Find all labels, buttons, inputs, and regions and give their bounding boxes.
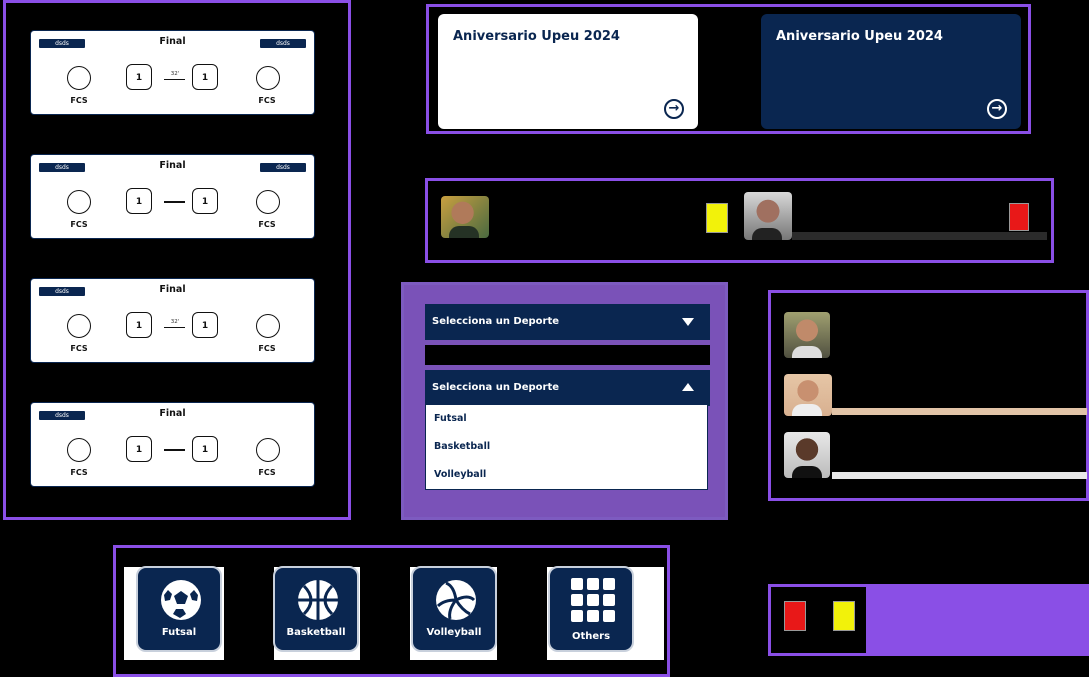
match-title: Final [159,36,186,47]
option-basketball[interactable]: Basketball [434,441,490,452]
home-team-name: FCS [70,344,88,353]
home-team-logo [67,66,91,90]
sport-select-collapsed[interactable]: Selecciona un Deporte [425,304,710,340]
home-team-logo [67,314,91,338]
sport-label: Volleyball [426,627,482,638]
score-separator [164,327,185,328]
score-separator [164,79,185,80]
away-score: 1 [192,436,218,462]
volleyball-icon [436,580,476,620]
player-cards-frame [425,178,1054,263]
match-card[interactable]: dsds dsds Final FCS FCS 1 1 32' [30,30,315,115]
strip-gap [497,567,547,660]
player-avatar [784,374,832,416]
score-separator [164,201,185,203]
match-title: Final [159,160,186,171]
player-avatar [744,192,792,240]
away-team-name: FCS [258,220,276,229]
grid-icon [571,578,615,622]
arrow-right-icon[interactable]: → [987,99,1007,119]
basketball-icon [298,580,338,620]
arrow-right-icon[interactable]: → [664,99,684,119]
chevron-up-icon [682,383,694,391]
sport-tile-others[interactable]: Others [548,566,634,652]
match-card[interactable]: dsds Final FCS FCS 1 1 [30,402,315,487]
red-card-icon [1009,203,1029,231]
yellow-card-icon [833,601,855,631]
yellow-card-icon [706,203,728,233]
divider [425,345,710,365]
sport-label: Futsal [161,627,197,638]
away-team-logo [256,438,280,462]
match-minute: 32' [170,71,180,77]
home-team-name: FCS [70,220,88,229]
select-placeholder: Selecciona un Deporte [432,382,560,393]
away-team-name: FCS [258,344,276,353]
away-score: 1 [192,188,218,214]
home-score: 1 [126,188,152,214]
player-avatar [784,432,830,478]
strip-gap [360,567,410,660]
home-score: 1 [126,312,152,338]
away-team-name: FCS [258,468,276,477]
event-card-dark[interactable]: Aniversario Upeu 2024 → [761,14,1021,129]
sport-tile-futsal[interactable]: Futsal [136,566,222,652]
player-avatar [784,312,830,358]
sport-tile-basketball[interactable]: Basketball [273,566,359,652]
home-team-logo [67,190,91,214]
cards-legend-bg [866,584,1089,639]
away-team-logo [256,190,280,214]
home-team-logo [67,438,91,462]
match-title: Final [159,408,186,419]
away-team-name: FCS [258,96,276,105]
sport-select-expanded[interactable]: Selecciona un Deporte [425,370,710,406]
event-card-light[interactable]: Aniversario Upeu 2024 → [438,14,698,129]
event-title: Aniversario Upeu 2024 [453,29,620,44]
away-score: 1 [192,312,218,338]
sport-label: Basketball [286,627,346,638]
home-score: 1 [126,436,152,462]
sport-tile-volleyball[interactable]: Volleyball [411,566,497,652]
player-bar [832,408,1087,415]
select-options: Futsal Basketball Volleyball [425,404,708,490]
soccer-ball-icon [161,580,201,620]
away-team-logo [256,314,280,338]
player-bar [832,472,1087,479]
home-team-name: FCS [70,96,88,105]
home-team-name: FCS [70,468,88,477]
score-separator [164,449,185,451]
match-card[interactable]: dsds dsds Final FCS FCS 1 1 [30,154,315,239]
option-futsal[interactable]: Futsal [434,413,467,424]
player-bar [792,232,1047,240]
chevron-down-icon [682,318,694,326]
select-placeholder: Selecciona un Deporte [432,316,560,327]
player-avatar [441,196,489,238]
away-team-logo [256,66,280,90]
option-volleyball[interactable]: Volleyball [434,469,486,480]
away-score: 1 [192,64,218,90]
sport-label: Others [571,631,611,642]
match-card[interactable]: dsds Final FCS FCS 1 1 32' [30,278,315,363]
red-card-icon [784,601,806,631]
match-minute: 32' [170,319,180,325]
strip-gap [224,567,274,660]
home-score: 1 [126,64,152,90]
event-title: Aniversario Upeu 2024 [776,29,943,44]
legend-strip [866,639,1089,656]
match-title: Final [159,284,186,295]
